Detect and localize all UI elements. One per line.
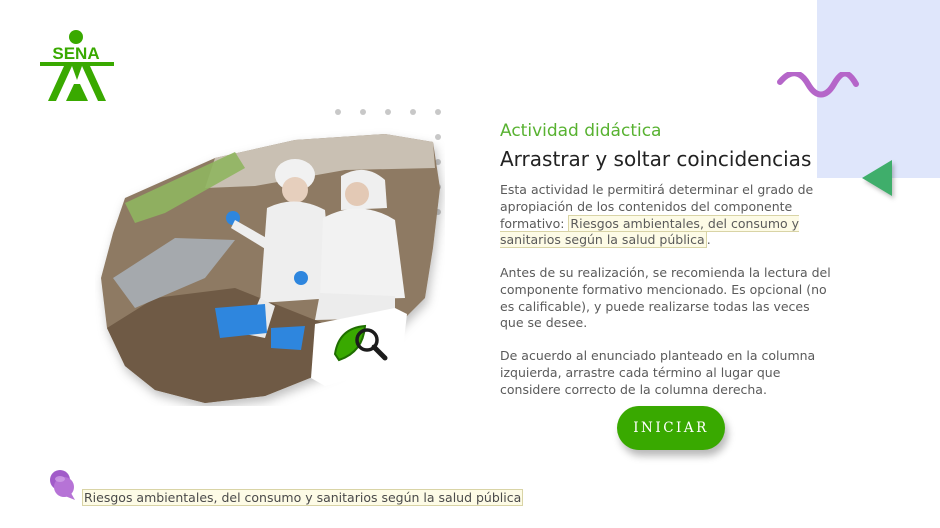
instructions-paragraph: De acuerdo al enunciado planteado en la … <box>500 348 816 397</box>
svg-text:SENA: SENA <box>52 44 99 63</box>
activity-eyebrow: Actividad didáctica <box>500 121 662 141</box>
recommendation-paragraph: Antes de su realización, se recomienda l… <box>500 265 831 331</box>
start-button[interactable]: INICIAR <box>617 406 725 450</box>
component-reference: Riesgos ambientales, del consumo y sanit… <box>82 489 524 506</box>
intro-paragraph: Esta actividad le permitirá determinar e… <box>500 182 832 249</box>
wave-decoration-icon <box>777 72 859 98</box>
speech-bubble-icon <box>50 470 75 500</box>
sena-logo: SENA <box>40 30 114 101</box>
intro-period: . <box>706 232 711 248</box>
hero-illustration <box>101 134 440 403</box>
triangle-decoration-icon <box>862 160 892 196</box>
page-title: Arrastrar y soltar coincidencias <box>500 147 812 171</box>
